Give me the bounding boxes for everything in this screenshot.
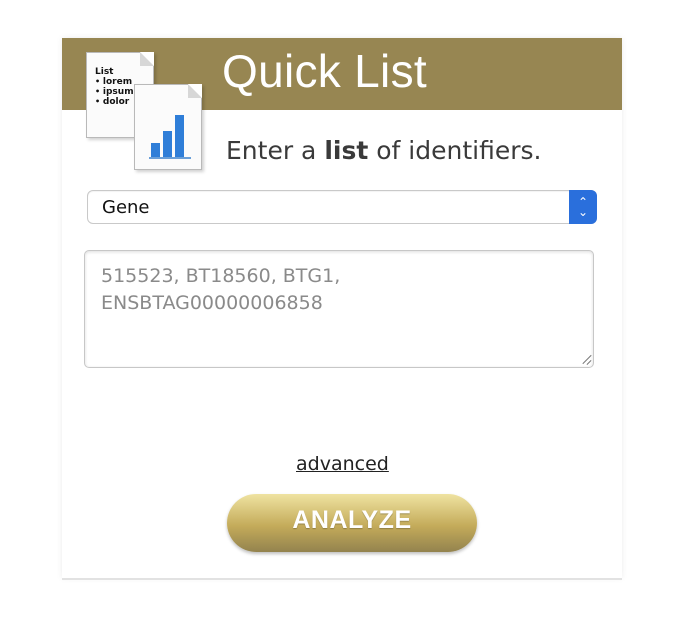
panel-bottom-divider xyxy=(62,578,622,580)
instruction-prefix: Enter a xyxy=(226,136,325,165)
bar-chart-bar-1 xyxy=(151,143,160,157)
instruction-text: Enter a list of identifiers. xyxy=(226,136,541,165)
bar-chart-bar-3 xyxy=(175,115,184,157)
identifier-list-placeholder: 515523, BT18560, BTG1, ENSBTAG0000000685… xyxy=(101,265,341,314)
panel-title: Quick List xyxy=(222,45,427,97)
list-document-text: List lorem ipsum dolor xyxy=(95,67,134,107)
bar-chart-axis xyxy=(149,157,191,159)
identifier-list-textarea[interactable]: 515523, BT18560, BTG1, ENSBTAG0000000685… xyxy=(84,250,594,368)
select-updown-icon[interactable]: ⌃ ⌄ xyxy=(569,190,597,224)
bar-chart-icon xyxy=(149,111,191,159)
analyze-button-label: ANALYZE xyxy=(292,506,412,534)
resize-handle-icon[interactable] xyxy=(579,353,591,365)
advanced-link[interactable]: advanced xyxy=(296,453,389,475)
identifier-type-select[interactable]: Gene ⌃ ⌄ xyxy=(87,190,597,224)
list-item-3: dolor xyxy=(95,97,134,107)
identifier-type-value: Gene xyxy=(102,197,150,218)
instruction-bold: list xyxy=(324,136,369,165)
chart-document-icon xyxy=(134,84,202,170)
bar-chart-bar-2 xyxy=(163,131,172,157)
list-heading: List xyxy=(95,67,114,77)
list-item-1: lorem xyxy=(95,77,134,87)
analyze-button[interactable]: ANALYZE xyxy=(227,494,477,552)
instruction-suffix: of identifiers. xyxy=(368,136,542,165)
chevron-down-icon: ⌄ xyxy=(577,205,589,219)
list-item-2: ipsum xyxy=(95,87,134,97)
quick-list-panel: Quick List List lorem ipsum dolor Enter … xyxy=(62,38,622,578)
